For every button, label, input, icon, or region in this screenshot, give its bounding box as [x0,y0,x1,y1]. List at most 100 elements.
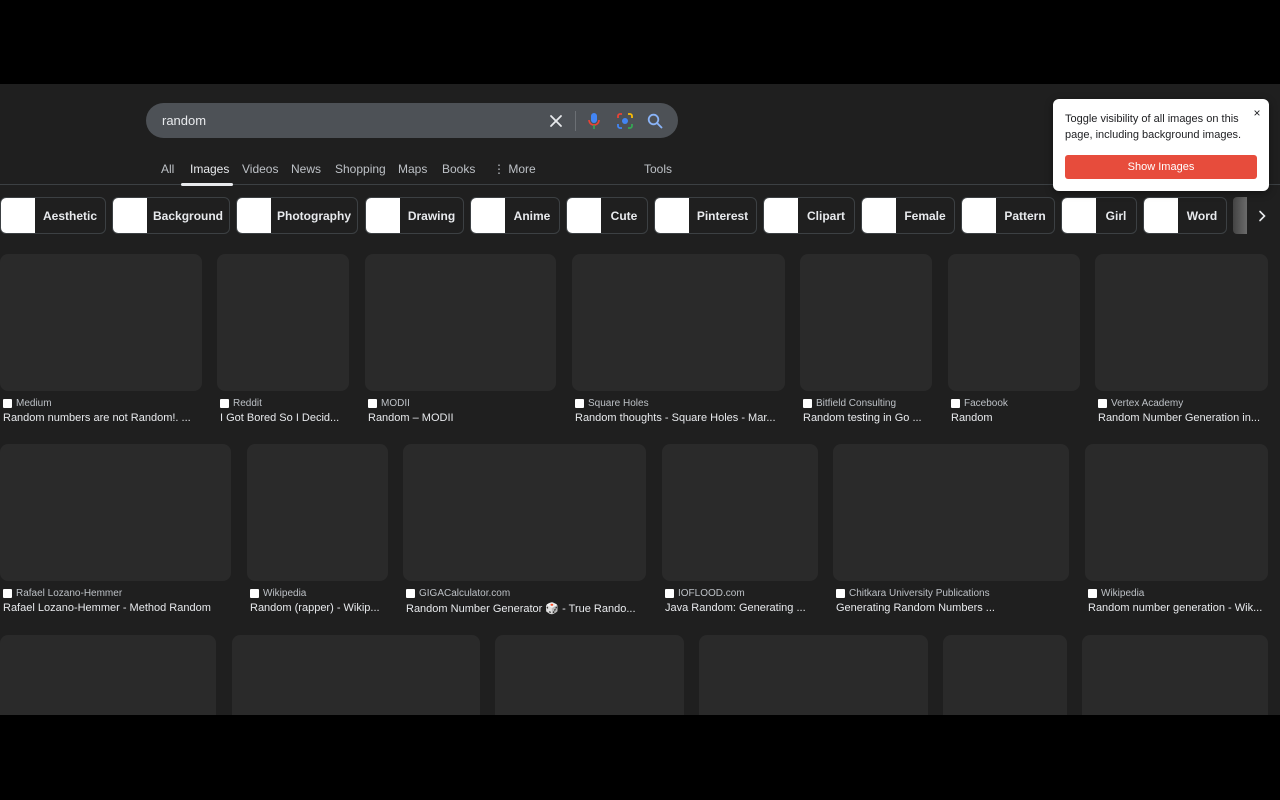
chip-thumbnail [471,198,505,233]
tab-more[interactable]: ⋮ More [493,162,536,176]
result-title[interactable]: Random (rapper) - Wikip... [250,602,386,614]
chip-pattern[interactable]: Pattern [961,197,1055,234]
chip-label: Pattern [1004,208,1046,223]
favicon-icon [3,589,12,598]
image-thumbnail[interactable] [943,635,1067,715]
tab-all[interactable]: All [161,162,174,176]
result-title[interactable]: Random thoughts - Square Holes - Mar... [575,412,781,424]
tab-videos[interactable]: Videos [242,162,278,176]
chip-label: Word [1186,208,1218,223]
image-thumbnail[interactable] [1082,635,1268,715]
result-source: Wikipedia [1088,588,1144,599]
image-result[interactable]: GIGACalculator.com Random Number Generat… [403,444,646,620]
image-thumbnail[interactable] [1085,444,1268,581]
image-thumbnail[interactable] [0,254,202,391]
result-title[interactable]: Random [951,412,1079,424]
image-result[interactable]: IOFLOOD.com Java Random: Generating ... [662,444,818,620]
image-result[interactable] [495,635,684,715]
image-thumbnail[interactable] [800,254,932,391]
show-images-popup: Toggle visibility of all images on this … [1053,99,1269,191]
image-thumbnail[interactable] [495,635,684,715]
favicon-icon [368,399,377,408]
tab-news[interactable]: News [291,162,321,176]
chip-cute[interactable]: Cute [566,197,648,234]
result-title[interactable]: I Got Bored So I Decid... [220,412,348,424]
image-thumbnail[interactable] [572,254,785,391]
result-title[interactable]: Random Number Generator 🎲 - True Rando..… [406,602,643,615]
image-result[interactable]: Vertex Academy Random Number Generation … [1095,254,1268,430]
result-title[interactable]: Random numbers are not Random!. ... [3,412,198,424]
search-bar[interactable] [146,103,678,138]
close-icon[interactable]: × [1251,107,1263,119]
chevron-right-icon[interactable] [1252,206,1272,226]
image-thumbnail[interactable] [247,444,388,581]
image-result[interactable]: Chitkara University Publications Generat… [833,444,1069,620]
related-searches-chips: Aesthetic Background Photography Drawing… [0,197,1280,234]
chip-word[interactable]: Word [1143,197,1227,234]
image-result[interactable] [1082,635,1268,715]
chip-label: Background [153,208,224,223]
result-title[interactable]: Random – MODII [368,412,553,424]
image-result[interactable]: MODII Random – MODII [365,254,556,430]
image-result[interactable]: Bitfield Consulting Random testing in Go… [800,254,932,430]
image-result[interactable]: Facebook Random [948,254,1080,430]
image-result[interactable] [0,635,216,715]
image-thumbnail[interactable] [948,254,1080,391]
source-name: Facebook [964,398,1008,409]
image-result[interactable] [943,635,1067,715]
image-thumbnail[interactable] [699,635,928,715]
chip-clipart[interactable]: Clipart [763,197,855,234]
chip-thumbnail [1,198,35,233]
chip-label: Aesthetic [42,208,98,223]
image-thumbnail[interactable] [217,254,349,391]
show-images-button[interactable]: Show Images [1065,155,1257,179]
image-thumbnail[interactable] [1095,254,1268,391]
chip-anime[interactable]: Anime [470,197,560,234]
image-result[interactable]: Wikipedia Random (rapper) - Wikip... [247,444,388,620]
chip-pinterest[interactable]: Pinterest [654,197,757,234]
image-result[interactable] [232,635,480,715]
image-thumbnail[interactable] [0,635,216,715]
result-title[interactable]: Random Number Generation in... [1098,412,1266,424]
search-input[interactable] [162,103,532,138]
image-result[interactable]: Medium Random numbers are not Random!. .… [0,254,202,430]
image-result[interactable]: Rafael Lozano-Hemmer Rafael Lozano-Hemme… [0,444,231,620]
favicon-icon [406,589,415,598]
tools-button[interactable]: Tools [644,162,672,176]
chip-girl[interactable]: Girl [1061,197,1137,234]
chip-background[interactable]: Background [112,197,230,234]
tab-images[interactable]: Images [190,162,229,176]
image-thumbnail[interactable] [662,444,818,581]
result-title[interactable]: Random number generation - Wik... [1088,602,1266,614]
source-name: Square Holes [588,398,649,409]
tab-maps[interactable]: Maps [398,162,427,176]
chip-aesthetic[interactable]: Aesthetic [0,197,106,234]
image-result[interactable]: Square Holes Random thoughts - Square Ho… [572,254,785,430]
result-title[interactable]: Generating Random Numbers ... [836,602,1006,614]
result-title[interactable]: Java Random: Generating ... [665,602,815,614]
image-thumbnail[interactable] [0,444,231,581]
image-result[interactable] [699,635,928,715]
chip-photography[interactable]: Photography [236,197,358,234]
image-result[interactable]: Wikipedia Random number generation - Wik… [1085,444,1268,620]
image-thumbnail[interactable] [232,635,480,715]
clear-search-icon[interactable] [546,111,566,131]
image-thumbnail[interactable] [365,254,556,391]
chip-female[interactable]: Female [861,197,955,234]
source-name: Wikipedia [1101,588,1145,599]
microphone-icon[interactable] [584,111,604,131]
image-result[interactable]: Reddit I Got Bored So I Decid... [217,254,349,430]
lens-camera-icon[interactable] [615,111,635,131]
result-title[interactable]: Rafael Lozano-Hemmer - Method Random [3,602,229,614]
source-name: MODII [381,398,410,409]
image-thumbnail[interactable] [403,444,646,581]
source-name: Chitkara University Publications [849,588,990,599]
search-icon[interactable] [645,111,665,131]
source-name: IOFLOOD.com [678,588,745,599]
image-thumbnail[interactable] [833,444,1069,581]
tab-shopping[interactable]: Shopping [335,162,386,176]
source-name: GIGACalculator.com [419,588,511,599]
tab-books[interactable]: Books [442,162,475,176]
chip-drawing[interactable]: Drawing [365,197,464,234]
result-title[interactable]: Random testing in Go ... [803,412,931,424]
